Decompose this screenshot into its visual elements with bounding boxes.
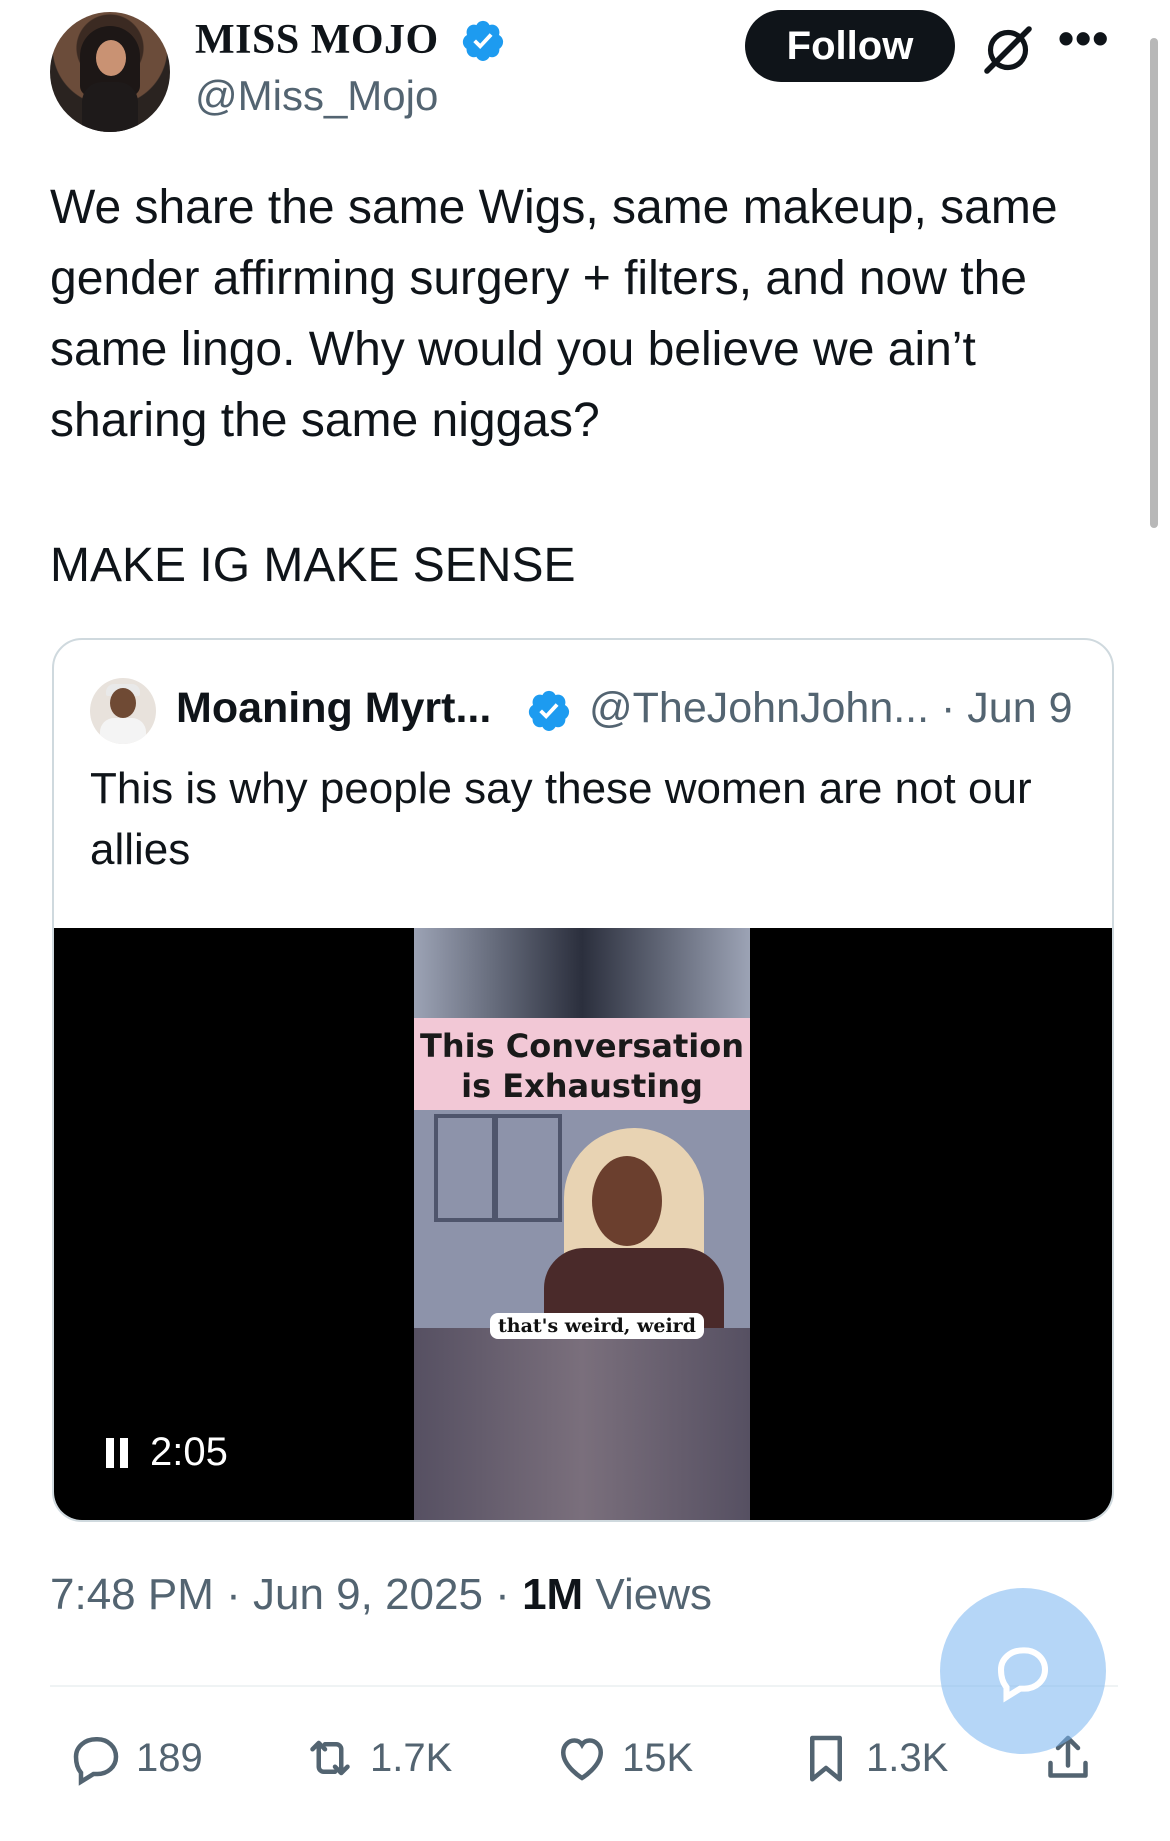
reply-count: 189	[136, 1735, 203, 1780]
avatar-shirt	[100, 718, 146, 744]
quoted-author-avatar[interactable]	[90, 678, 156, 744]
tweet-text-secondary: MAKE IG MAKE SENSE	[50, 539, 576, 592]
separator: ·	[482, 1570, 523, 1619]
chat-bubble-icon	[997, 1647, 1049, 1703]
like-button[interactable]: 15K	[552, 1728, 693, 1788]
tweet-timestamp: 7:48 PM · Jun 9, 2025 · 1M Views	[50, 1570, 712, 1620]
heart-icon	[560, 1738, 604, 1781]
video-blur-bottom	[414, 1328, 750, 1520]
separator: ·	[213, 1570, 253, 1619]
verified-badge-icon	[462, 20, 504, 61]
bookmark-count: 1.3K	[866, 1735, 949, 1780]
video-panel	[434, 1114, 496, 1222]
avatar-body	[82, 82, 138, 132]
grok-icon[interactable]	[980, 22, 1036, 78]
video-frame: This Conversation is Exhausting that's w…	[414, 928, 750, 1520]
quoted-author-name[interactable]: Moaning Myrt...	[176, 684, 491, 733]
reply-button[interactable]: 189	[66, 1728, 203, 1788]
video-subtitle: that's weird, weird	[490, 1313, 704, 1339]
video-time: 2:05	[150, 1430, 228, 1474]
reply-icon	[73, 1737, 119, 1786]
author-handle[interactable]: @Miss_Mojo	[195, 72, 438, 120]
more-icon[interactable]: •••	[1058, 15, 1108, 68]
views-label: Views	[595, 1570, 712, 1619]
video-player[interactable]: This Conversation is Exhausting that's w…	[54, 928, 1112, 1520]
bookmark-button[interactable]: 1.3K	[796, 1728, 948, 1788]
pause-icon[interactable]	[106, 1438, 130, 1468]
tweet-text: We share the same Wigs, same makeup, sam…	[50, 181, 1071, 447]
like-count: 15K	[622, 1735, 694, 1780]
views-count: 1M	[522, 1570, 584, 1619]
avatar-head	[110, 688, 136, 718]
follow-button[interactable]: Follow	[745, 10, 955, 82]
compose-reply-fab[interactable]	[940, 1588, 1106, 1754]
video-panel	[494, 1114, 562, 1222]
quoted-tweet[interactable]: Moaning Myrt... @TheJohnJohn... · Jun 9 …	[52, 638, 1114, 1522]
avatar-face	[96, 40, 126, 76]
author-avatar[interactable]	[50, 12, 170, 132]
retweet-button[interactable]: 1.7K	[300, 1728, 452, 1788]
quoted-handle-date[interactable]: @TheJohnJohn... · Jun 9	[589, 684, 1072, 733]
scrollbar[interactable]	[1150, 38, 1158, 528]
video-person-face	[592, 1156, 662, 1246]
video-caption: This Conversation is Exhausting	[419, 1027, 745, 1105]
retweet-icon	[310, 1740, 350, 1776]
verified-badge-icon	[528, 690, 570, 731]
retweet-count: 1.7K	[370, 1735, 453, 1780]
tweet-date[interactable]: Jun 9, 2025	[253, 1570, 483, 1619]
quoted-tweet-text: This is why people say these women are n…	[90, 764, 1032, 874]
bookmark-icon	[810, 1735, 842, 1782]
video-blur-top	[414, 928, 750, 1018]
tweet-time[interactable]: 7:48 PM	[50, 1570, 214, 1619]
author-display-name[interactable]: MISS MOJO	[195, 16, 439, 64]
